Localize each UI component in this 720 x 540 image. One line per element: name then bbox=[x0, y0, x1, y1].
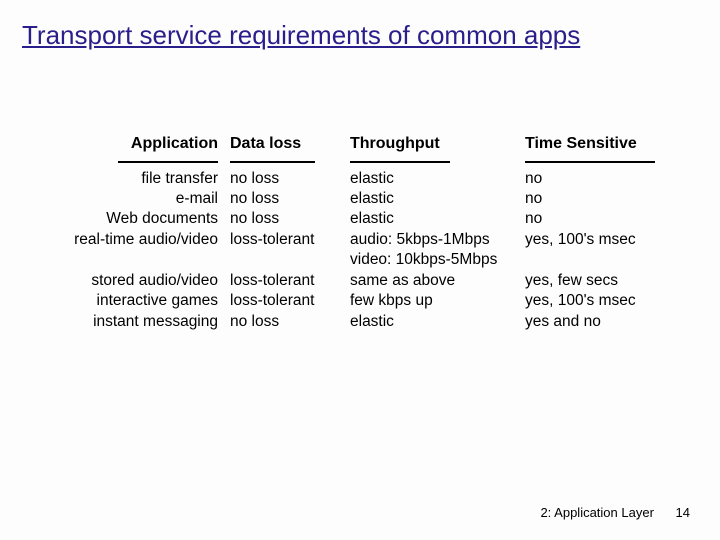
col-header-time-sensitive: Time Sensitive bbox=[525, 135, 690, 161]
table-cell: no loss bbox=[230, 312, 350, 332]
table-cell: Web documents bbox=[55, 209, 230, 229]
slide-title: Transport service requirements of common… bbox=[0, 0, 720, 61]
table-cell: e-mail bbox=[55, 189, 230, 209]
table-cell: real-time audio/video bbox=[55, 230, 230, 250]
table-cell: no bbox=[525, 189, 690, 209]
table-cell: stored audio/video bbox=[55, 271, 230, 291]
table-cell: elastic bbox=[350, 189, 525, 209]
col-header-throughput: Throughput bbox=[350, 135, 525, 161]
table-cell bbox=[525, 250, 690, 270]
table-cell bbox=[55, 250, 230, 270]
table-cell: no loss bbox=[230, 169, 350, 189]
table-cell: video: 10kbps-5Mbps bbox=[350, 250, 525, 270]
table-cell: no loss bbox=[230, 189, 350, 209]
table-cell: audio: 5kbps-1Mbps bbox=[350, 230, 525, 250]
header-rule bbox=[118, 161, 218, 163]
requirements-table: Application Data loss Throughput Time Se… bbox=[55, 135, 690, 332]
table-cell: no bbox=[525, 169, 690, 189]
slide-footer: 2: Application Layer 14 bbox=[540, 505, 690, 520]
table-cell: elastic bbox=[350, 169, 525, 189]
table-cell bbox=[230, 250, 350, 270]
table-cell: loss-tolerant bbox=[230, 271, 350, 291]
col-header-application: Application bbox=[55, 135, 230, 161]
table-cell: yes, 100's msec bbox=[525, 291, 690, 311]
table-cell: no bbox=[525, 209, 690, 229]
table-cell: same as above bbox=[350, 271, 525, 291]
table-cell: instant messaging bbox=[55, 312, 230, 332]
table-cell: yes and no bbox=[525, 312, 690, 332]
header-rule bbox=[350, 161, 450, 163]
table-cell: elastic bbox=[350, 209, 525, 229]
table-cell: elastic bbox=[350, 312, 525, 332]
footer-page-number: 14 bbox=[676, 505, 690, 520]
table-cell: few kbps up bbox=[350, 291, 525, 311]
table-cell: file transfer bbox=[55, 169, 230, 189]
table-cell: loss-tolerant bbox=[230, 230, 350, 250]
header-rule bbox=[230, 161, 315, 163]
table-cell: interactive games bbox=[55, 291, 230, 311]
header-rule bbox=[525, 161, 655, 163]
table-cell: yes, few secs bbox=[525, 271, 690, 291]
footer-section: 2: Application Layer bbox=[540, 505, 653, 520]
table-cell: loss-tolerant bbox=[230, 291, 350, 311]
col-header-data-loss: Data loss bbox=[230, 135, 350, 161]
table-cell: no loss bbox=[230, 209, 350, 229]
table-cell: yes, 100's msec bbox=[525, 230, 690, 250]
